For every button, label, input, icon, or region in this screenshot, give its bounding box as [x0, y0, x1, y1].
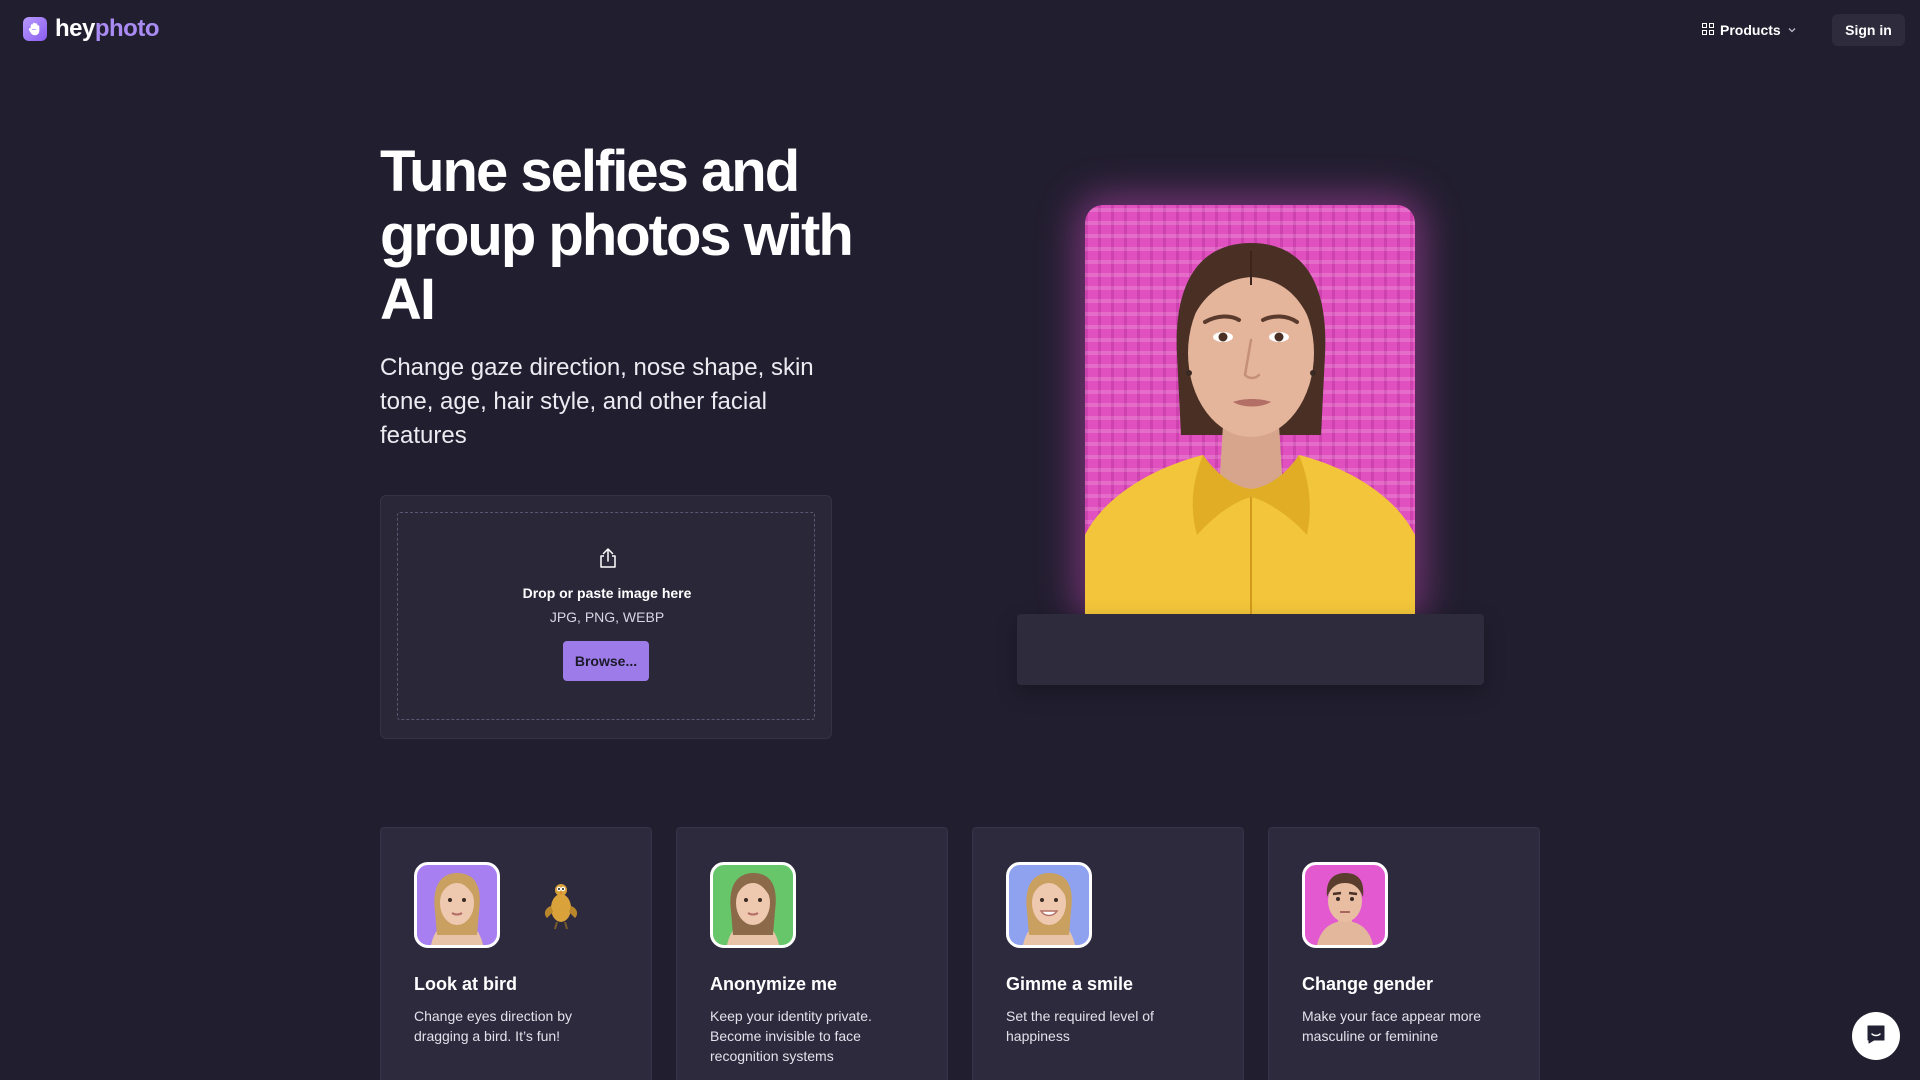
feature-thumbnail — [1302, 862, 1388, 948]
chat-button[interactable] — [1852, 1012, 1900, 1060]
header: heyphoto Products Sign in — [0, 0, 1920, 60]
feature-card-anonymize-me[interactable]: Anonymize me Keep your identity private.… — [676, 827, 948, 1080]
feature-card-gimme-a-smile[interactable]: Gimme a smile Set the required level of … — [972, 827, 1244, 1080]
sign-in-button[interactable]: Sign in — [1832, 14, 1905, 46]
chat-icon — [1865, 1023, 1887, 1050]
products-label: Products — [1720, 22, 1781, 38]
hero-subtitle: Change gaze direction, nose shape, skin … — [380, 354, 814, 449]
feature-thumbnail — [1006, 862, 1092, 948]
feature-description: Keep your identity private. Become invis… — [710, 1008, 872, 1064]
preview-photo — [1085, 205, 1415, 615]
brand-name-part2: photo — [94, 15, 160, 42]
bird-icon[interactable] — [541, 878, 581, 930]
feature-description: Set the required level of happiness — [1006, 1008, 1154, 1044]
drop-text: Drop or paste image here — [522, 585, 692, 601]
dropzone[interactable]: Drop or paste image here JPG, PNG, WEBP … — [397, 512, 815, 720]
hand-logo-icon — [23, 17, 47, 41]
feature-title: Anonymize me — [710, 974, 838, 994]
feature-title: Gimme a smile — [1006, 974, 1134, 994]
feature-thumbnail — [710, 862, 796, 948]
hero-title: Tune selfies and group photos with AI — [380, 139, 854, 332]
woman-portrait-image — [1085, 243, 1415, 615]
feature-card-change-gender[interactable]: Change gender Make your face appear more… — [1268, 827, 1540, 1080]
feature-description: Change eyes direction by dragging a bird… — [414, 1008, 572, 1044]
brand-name-part1: hey — [55, 15, 95, 42]
browse-button[interactable]: Browse... — [563, 641, 649, 681]
feature-title: Look at bird — [414, 974, 517, 994]
feature-card-look-at-bird[interactable]: Look at bird Change eyes direction by dr… — [380, 827, 652, 1080]
page: heyphoto Products Sign in Tune selfies a… — [0, 0, 1920, 1080]
feature-description: Make your face appear more masculine or … — [1302, 1008, 1481, 1044]
preview-controls-panel — [1017, 614, 1484, 685]
feature-title: Change gender — [1302, 974, 1434, 994]
brand-name: heyphoto — [55, 15, 160, 43]
chevron-down-icon — [1787, 22, 1797, 38]
logo[interactable]: heyphoto — [23, 15, 160, 43]
upload-card: Drop or paste image here JPG, PNG, WEBP … — [380, 495, 832, 739]
supported-formats: JPG, PNG, WEBP — [549, 609, 665, 625]
feature-thumbnail — [414, 862, 500, 948]
grid-icon — [1702, 22, 1714, 38]
products-menu[interactable]: Products — [1702, 20, 1797, 40]
upload-icon — [598, 547, 618, 569]
